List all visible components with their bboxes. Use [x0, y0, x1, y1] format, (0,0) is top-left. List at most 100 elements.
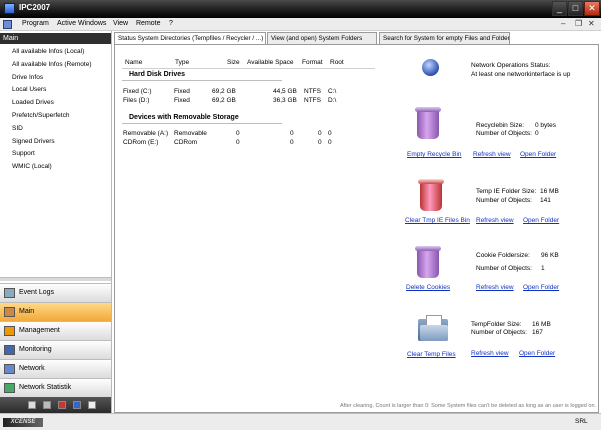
sidebar-item-wmic[interactable]: WMIC (Local): [12, 161, 91, 174]
table-cell: Removable: [174, 130, 207, 137]
sidebar-item-loaded-drives[interactable]: Loaded Drives: [12, 97, 91, 110]
tray-icon-1[interactable]: [28, 401, 36, 409]
app-menu-icon[interactable]: [3, 20, 12, 29]
recycle-refresh-link[interactable]: Refresh view: [473, 151, 511, 158]
table-cell: Files (D:): [123, 97, 150, 104]
nav-label: Network Statistik: [19, 384, 72, 391]
tray-icon-2[interactable]: [43, 401, 51, 409]
recycle-open-folder-link[interactable]: Open Folder: [520, 151, 556, 158]
cookie-refresh-link[interactable]: Refresh view: [476, 284, 514, 291]
temp-open-folder-link[interactable]: Open Folder: [519, 350, 555, 357]
table-cell: D:\: [328, 97, 337, 104]
menu-remote[interactable]: Remote: [136, 20, 161, 27]
delete-cookies-link[interactable]: Delete Cookies: [406, 284, 450, 291]
recyclebin-count-label: Number of Objects:: [476, 130, 532, 137]
splitter-handle[interactable]: [0, 277, 111, 281]
nav-label: Network: [19, 365, 45, 372]
cookie-size-value: 96 KB: [541, 252, 559, 259]
cookie-size-label: Cookie Foldersize:: [476, 252, 530, 259]
temp-count-value: 167: [532, 329, 543, 336]
col-header-available[interactable]: Available Space: [247, 59, 294, 66]
sidebar-item-local-users[interactable]: Local Users: [12, 84, 91, 97]
menu-view[interactable]: View: [113, 20, 128, 27]
menu-program[interactable]: Program: [22, 20, 49, 27]
tempie-count-label: Number of Objects:: [476, 197, 532, 204]
network-status-label: Network Operations Status:: [471, 62, 551, 69]
brand-logo: XCENSE: [3, 418, 43, 427]
recyclebin-count-value: 0: [535, 130, 539, 137]
tray-icon-5[interactable]: [88, 401, 96, 409]
maximize-button[interactable]: □: [568, 1, 583, 16]
sidebar-item-all-local[interactable]: All available Infos (Local): [12, 46, 91, 59]
table-cell: 0: [236, 130, 240, 137]
nav-network-statistik[interactable]: Network Statistik: [0, 378, 111, 397]
temp-ie-bin-icon: [418, 179, 444, 211]
title-bar: IPC2007 _ □ ✕: [0, 0, 601, 18]
col-header-format[interactable]: Format: [302, 59, 323, 66]
tray-icon-4[interactable]: [73, 401, 81, 409]
sidebar-item-sid[interactable]: SID: [12, 123, 91, 136]
content-panel: Name Type Size Available Space Format Ro…: [114, 44, 599, 413]
clear-tmp-ie-link[interactable]: Clear Tmp IE Files Bin: [405, 217, 470, 224]
mdi-minimize-icon[interactable]: –: [561, 19, 565, 28]
mdi-close-icon[interactable]: ✕: [588, 19, 595, 28]
table-cell: 0: [318, 139, 322, 146]
col-header-name[interactable]: Name: [125, 59, 142, 66]
nav-monitoring[interactable]: Monitoring: [0, 340, 111, 359]
tab-search-empty-files[interactable]: Search for System for empty Files and Fo…: [379, 32, 510, 44]
temp-refresh-link[interactable]: Refresh view: [471, 350, 509, 357]
temp-size-value: 16 MB: [532, 321, 551, 328]
status-bar: XCENSE SRL: [0, 413, 601, 430]
table-cell: CDRom (E:): [123, 139, 159, 146]
table-cell: 0: [328, 139, 332, 146]
nav-event-logs[interactable]: Event Logs: [0, 283, 111, 302]
col-header-type[interactable]: Type: [175, 59, 189, 66]
table-cell: Fixed: [174, 88, 190, 95]
sidebar-item-prefetch[interactable]: Prefetch/Superfetch: [12, 110, 91, 123]
sidebar-item-drive-infos[interactable]: Drive Infos: [12, 72, 91, 85]
footnote-text: After clearing, Count is larger than 0: …: [340, 403, 597, 409]
cookie-count-label: Number of Objects:: [476, 265, 532, 272]
left-panel: Main All available Infos (Local) All ava…: [0, 31, 112, 413]
close-button[interactable]: ✕: [584, 1, 600, 16]
main-icon: [4, 307, 15, 317]
tempie-size-label: Temp IE Folder Size:: [476, 188, 537, 195]
tray-icon-3[interactable]: [58, 401, 66, 409]
sidebar-item-signed-drivers[interactable]: Signed Drivers: [12, 136, 91, 149]
table-cell: 0: [290, 139, 294, 146]
cookie-bin-icon: [415, 246, 441, 278]
tempie-refresh-link[interactable]: Refresh view: [476, 217, 514, 224]
col-header-size[interactable]: Size: [227, 59, 240, 66]
nav-label: Event Logs: [19, 289, 55, 296]
network-icon: [4, 364, 15, 374]
col-header-root[interactable]: Root: [330, 59, 344, 66]
menu-help[interactable]: ?: [169, 20, 173, 27]
nav-management[interactable]: Management: [0, 321, 111, 340]
nav-network[interactable]: Network: [0, 359, 111, 378]
empty-recycle-bin-link[interactable]: Empty Recycle Bin: [407, 151, 462, 158]
cookie-open-folder-link[interactable]: Open Folder: [523, 284, 559, 291]
management-icon: [4, 326, 15, 336]
tempie-open-folder-link[interactable]: Open Folder: [523, 217, 559, 224]
mdi-restore-icon[interactable]: ❐: [575, 19, 582, 28]
nav-main[interactable]: Main: [0, 302, 111, 321]
sidebar-header: Main: [0, 33, 111, 44]
section-divider: [122, 80, 282, 81]
cookie-count-value: 1: [541, 265, 545, 272]
table-cell: 69,2 GB: [212, 97, 236, 104]
clear-temp-files-link[interactable]: Clear Temp Files: [407, 351, 456, 358]
menu-active-windows[interactable]: Active Windows: [57, 20, 106, 27]
sidebar-item-support[interactable]: Support: [12, 148, 91, 161]
sidebar-item-all-remote[interactable]: All available Infos (Remote): [12, 59, 91, 72]
table-cell: NTFS: [304, 97, 321, 104]
table-cell: CDRom: [174, 139, 198, 146]
tab-view-system-folders[interactable]: View (and open) System Folders: [267, 32, 377, 44]
table-cell: 69,2 GB: [212, 88, 236, 95]
recyclebin-size-label: Recyclebin Size:: [476, 122, 525, 129]
temp-folder-icon: [418, 315, 448, 341]
table-cell: Fixed (C:): [123, 88, 152, 95]
monitoring-icon: [4, 345, 15, 355]
minimize-button[interactable]: _: [552, 1, 567, 16]
table-cell: 44,5 GB: [273, 88, 297, 95]
table-cell: Removable (A:): [123, 130, 169, 137]
